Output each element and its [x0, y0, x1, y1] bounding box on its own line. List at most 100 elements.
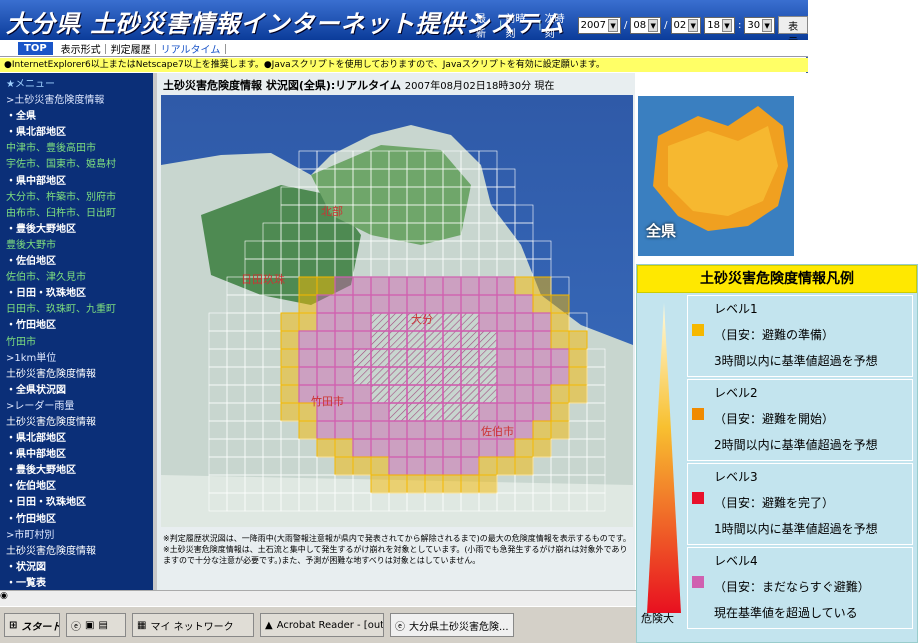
- grid-cell: [352, 384, 372, 404]
- grid-cell: [478, 384, 498, 404]
- grid-cell: [406, 366, 426, 386]
- risk-map[interactable]: 北部 日田玖珠 竹田市 大分 佐伯市: [161, 95, 633, 527]
- menu-item: >市町村別: [6, 529, 55, 541]
- grid-cell: [334, 276, 354, 296]
- menu-item[interactable]: 大分市、杵築市、別府市: [6, 190, 153, 206]
- grid-cell: [280, 366, 300, 386]
- grid-cell: [370, 330, 390, 350]
- browser-notice: ●InternetExplorer6以上またはNetscape7以上を推奨します…: [0, 58, 808, 72]
- grid-cell: [370, 438, 390, 458]
- menu-item[interactable]: ・竹田地区: [6, 318, 153, 334]
- desktop-icon[interactable]: ▤: [98, 620, 107, 631]
- task-network[interactable]: ▦ マイ ネットワーク: [132, 613, 254, 637]
- ie-icon[interactable]: ⓔ: [71, 618, 81, 633]
- menu-item[interactable]: 竹田市: [6, 335, 153, 351]
- hour-value: 18: [707, 19, 720, 31]
- grid-cell: [568, 330, 588, 350]
- menu-item[interactable]: ・状況図: [6, 560, 153, 576]
- time-navigation: 最新 | 前時刻 | 次時刻 2007 ▼ / 08 ▼ / 02 ▼ 18 ▼ : 3…: [476, 10, 809, 48]
- menu-item[interactable]: 豊後大野市: [6, 238, 153, 254]
- grid-cell: [352, 456, 372, 476]
- grid-cell: [298, 294, 318, 314]
- grid-cell: [514, 348, 534, 368]
- grid-cell: [460, 330, 480, 350]
- grid-cell: [478, 348, 498, 368]
- grid-cell: [352, 366, 372, 386]
- menu-item[interactable]: ・県中部地区: [6, 174, 153, 190]
- content-title-text: 土砂災害危険度情報 状況図(全県):リアルタイム: [163, 79, 401, 92]
- latest-link[interactable]: 最新: [476, 10, 496, 40]
- menu-item[interactable]: 由布市、臼杵市、日出町: [6, 206, 153, 222]
- grid-cell: [388, 294, 408, 314]
- menu-item[interactable]: 中津市、豊後高田市: [6, 141, 153, 157]
- grid-cell: [352, 420, 372, 440]
- hour-select[interactable]: 18 ▼: [704, 16, 735, 34]
- day-select[interactable]: 02 ▼: [670, 16, 702, 34]
- overview-map[interactable]: 全県: [638, 96, 794, 256]
- grid-cell: [514, 366, 534, 386]
- grid-cell: [352, 348, 372, 368]
- menu-item[interactable]: ・佐伯地区: [6, 479, 153, 495]
- danger-label: 危険大: [641, 612, 674, 625]
- menu-item[interactable]: 土砂災害危険度情報: [6, 544, 153, 560]
- minute-select[interactable]: 30 ▼: [744, 16, 776, 34]
- menu-item[interactable]: ・県中部地区: [6, 447, 153, 463]
- year-select[interactable]: 2007 ▼: [577, 16, 622, 34]
- menu-item[interactable]: 佐伯市、津久見市: [6, 270, 153, 286]
- top-button[interactable]: TOP: [18, 41, 53, 55]
- grid-cell: [334, 456, 354, 476]
- note-1: ※判定履歴状況図は、一降雨中(大雨警報注意報が県内で発表されてから解除されるまで…: [163, 534, 631, 543]
- menu-item[interactable]: 日田市、玖珠町、九重町: [6, 302, 153, 318]
- task-acrobat[interactable]: ▲Acrobat Reader - [out-r...: [260, 613, 384, 637]
- grid-cell: [316, 420, 336, 440]
- grid-cell: [514, 276, 534, 296]
- menu-item[interactable]: ・全県: [6, 109, 153, 125]
- grid-cell: [514, 420, 534, 440]
- menu-item[interactable]: 土砂災害危険度情報: [6, 367, 153, 383]
- month-select[interactable]: 08 ▼: [630, 16, 662, 34]
- menu-item: >レーダー雨量: [6, 400, 75, 412]
- separator: |: [538, 19, 542, 31]
- menu-item[interactable]: ・県北部地区: [6, 125, 153, 141]
- menu-item[interactable]: ・豊後大野地区: [6, 222, 153, 238]
- task-browser[interactable]: ⓔ 大分県土砂災害危険...: [390, 613, 514, 637]
- grid-cell: [550, 294, 570, 314]
- menu-item[interactable]: 土砂災害危険度情報: [6, 415, 153, 431]
- prev-time-link[interactable]: 前時刻: [505, 10, 535, 40]
- grid-cell: [280, 384, 300, 404]
- menu-item[interactable]: ・豊後大野地区: [6, 463, 153, 479]
- grid-cell: [478, 294, 498, 314]
- legend-level: レベル4 （目安：まだならすぐ避難） 現在基準値を超過している: [687, 547, 913, 629]
- menu-item[interactable]: ・日田・玖珠地区: [6, 286, 153, 302]
- grid-cell: [334, 312, 354, 332]
- grid-cell: [370, 366, 390, 386]
- menu-item[interactable]: ・全県状況図: [6, 383, 153, 399]
- grid-cell: [424, 330, 444, 350]
- next-time-link[interactable]: 次時刻: [545, 10, 575, 40]
- menu-item[interactable]: ・県北部地区: [6, 431, 153, 447]
- grid-cell: [442, 438, 462, 458]
- grid-cell: [460, 438, 480, 458]
- nav-format[interactable]: 表示形式: [61, 41, 101, 56]
- menu-item[interactable]: ・佐伯地区: [6, 254, 153, 270]
- menu-item[interactable]: ・竹田地区: [6, 512, 153, 528]
- grid-cell: [370, 456, 390, 476]
- show-button[interactable]: 表示: [778, 16, 809, 48]
- grid-cell: [352, 438, 372, 458]
- menu-item[interactable]: ・一覧表: [6, 576, 153, 590]
- legend-swatch: [692, 408, 704, 420]
- legend-level-name: レベル1: [714, 302, 758, 316]
- start-button[interactable]: ⊞ スタート: [4, 613, 60, 637]
- menu-item[interactable]: 宇佐市、国東市、姫島村: [6, 157, 153, 173]
- year-value: 2007: [580, 19, 607, 31]
- task-browser-label: 大分県土砂災害危険...: [409, 621, 509, 633]
- grid-cell: [550, 330, 570, 350]
- menu-item[interactable]: ・日田・玖珠地区: [6, 495, 153, 511]
- folder-icon[interactable]: ▣: [85, 620, 94, 631]
- nav-realtime[interactable]: リアルタイム: [161, 41, 221, 56]
- grid-cell: [424, 438, 444, 458]
- grid-cell: [370, 474, 390, 494]
- legend-level: レベル3 （目安：避難を完了） 1時間以内に基準値超過を予想: [687, 463, 913, 545]
- nav-history[interactable]: 判定履歴: [111, 41, 151, 56]
- menu-item: ★メニュー: [6, 79, 55, 90]
